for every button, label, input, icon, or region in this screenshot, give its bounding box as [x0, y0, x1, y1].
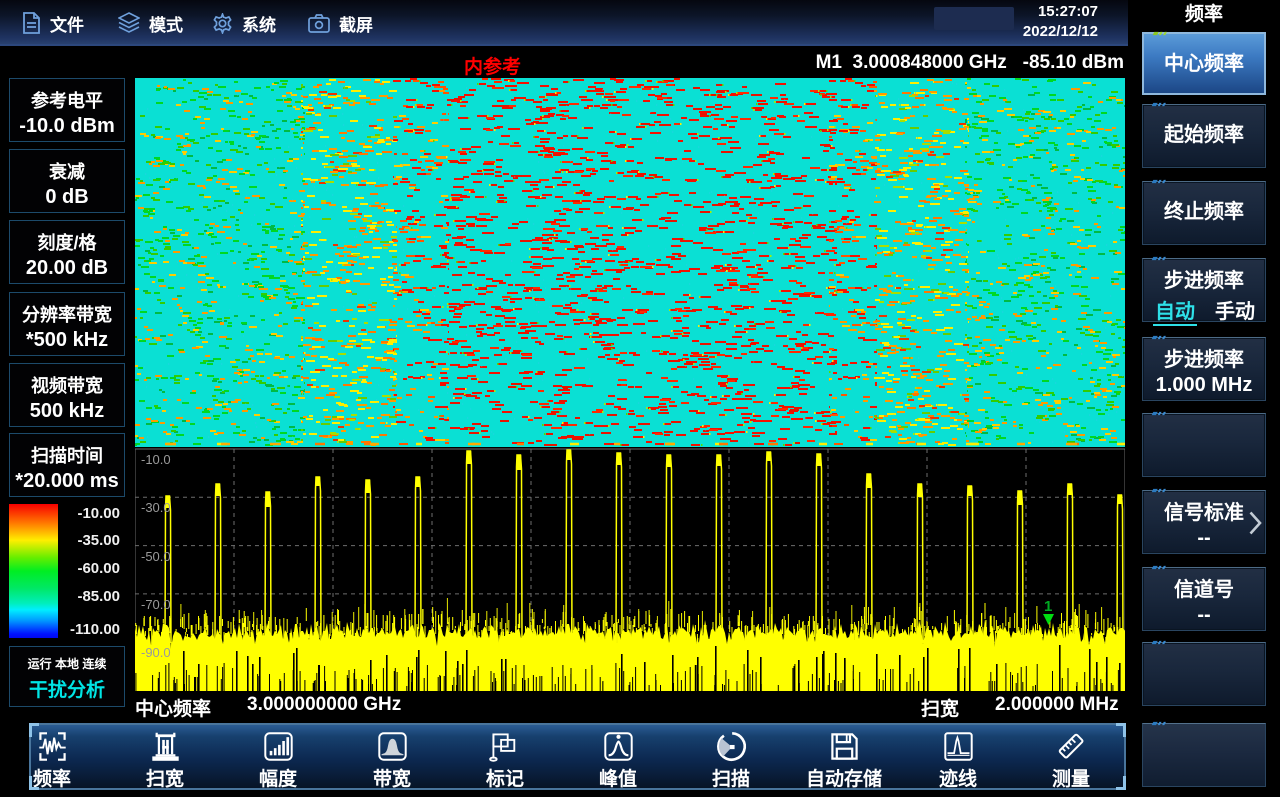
svg-text:-90.0: -90.0 [141, 645, 171, 660]
svg-text:-10.0: -10.0 [141, 452, 171, 467]
svg-text:-70.0: -70.0 [141, 597, 171, 612]
svg-text:-30.0: -30.0 [141, 500, 171, 515]
svg-text:-50.0: -50.0 [141, 549, 171, 564]
svg-text:1: 1 [1044, 598, 1052, 615]
